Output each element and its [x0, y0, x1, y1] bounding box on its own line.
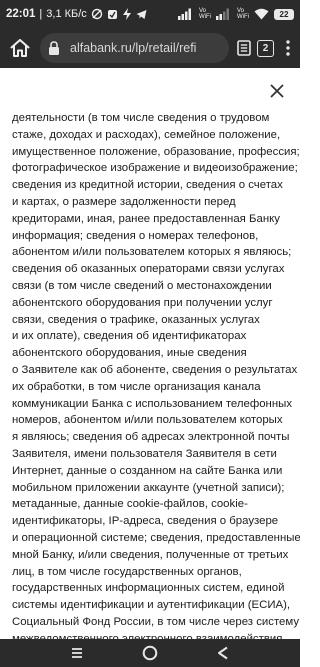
text-line: межведомственного электронного взаимодей…	[12, 632, 283, 639]
notification-icon	[107, 9, 118, 20]
close-icon	[270, 84, 284, 98]
address-field[interactable]: alfabank.ru/lp/retail/refi	[40, 33, 229, 63]
lock-icon	[48, 40, 64, 56]
system-navigation-bar	[0, 639, 300, 667]
text-line: связи, сведения о трафике, оказанных усл…	[12, 313, 260, 326]
text-line: деятельности (в том числе сведения о тру…	[12, 112, 270, 124]
text-line: сведения из кредитной истории, сведения …	[12, 179, 283, 192]
recents-button[interactable]	[65, 641, 89, 665]
text-line: мобильном приложении аккаунте (учетной з…	[12, 481, 285, 494]
separator: |	[39, 8, 43, 20]
text-line: сведения об оказанных операторами связи …	[12, 263, 285, 276]
data-saver-icon	[91, 8, 103, 20]
text-line: фотографическое изображение и видеоизобр…	[12, 162, 298, 175]
text-line: абонентского оборудования, иные сведения	[12, 347, 247, 360]
text-line: связи (в том числе сведений о местонахож…	[12, 279, 272, 292]
reader-mode-button[interactable]	[235, 39, 253, 57]
menu-button[interactable]	[282, 37, 294, 59]
signal-2-icon	[216, 8, 229, 20]
text-line: Заявителя, имени пользователя Заявителя …	[12, 447, 277, 460]
text-line: я являюсь; сведения об адресах электронн…	[12, 431, 290, 444]
text-line: абонентом и/или пользователем которых я …	[12, 246, 292, 259]
recents-icon	[71, 648, 82, 658]
text-line: информация; сведения о номерах телефонов…	[12, 229, 259, 242]
home-nav-button[interactable]	[138, 641, 162, 665]
text-line: коммуникации Банка с использованием теле…	[12, 397, 293, 410]
wifi-icon	[254, 8, 269, 20]
vowifi-2-label: Vo WiFi	[237, 8, 249, 20]
back-icon	[218, 646, 228, 660]
vowifi-1-label: Vo WiFi	[199, 8, 211, 20]
page-content: деятельности (в том числе сведения о тру…	[0, 68, 300, 639]
text-line: идентификаторы, IP-адреса, сведения о бр…	[12, 515, 279, 528]
home-button[interactable]	[6, 34, 34, 62]
text-line: их обработки, в том числе организация ка…	[12, 380, 261, 393]
text-line: и операционной системе; сведения, предос…	[12, 531, 300, 544]
text-line: и их оплате), сведения об идентификатора…	[12, 330, 247, 343]
more-vert-icon	[286, 40, 290, 56]
text-line: Социальный Фонд России, в том числе чере…	[12, 615, 300, 628]
text-line: кредиторами, иная, ранее предоставленная…	[12, 212, 280, 225]
telegram-icon	[136, 9, 147, 20]
home-icon	[10, 39, 30, 57]
text-line: системы идентификации и аутентификации (…	[12, 599, 291, 612]
battery-indicator: 22	[274, 8, 294, 20]
url-text[interactable]: alfabank.ru/lp/retail/refi	[70, 41, 221, 55]
network-speed: 3,1 КБ/с	[46, 8, 87, 20]
tabs-button[interactable]: 2	[257, 39, 274, 57]
browser-toolbar: alfabank.ru/lp/retail/refi 2	[0, 28, 300, 68]
status-time: 22:01	[6, 8, 36, 20]
reader-mode-icon	[237, 40, 251, 56]
text-line: мной Банку, и/или сведения, полученные о…	[12, 548, 289, 561]
bolt-icon	[122, 8, 132, 20]
text-line: государственных информационных систем, е…	[12, 582, 285, 595]
text-line: Интернет, данные о созданном на сайте Ба…	[12, 464, 283, 477]
status-left: 22:01 | 3,1 КБ/с	[6, 8, 178, 20]
text-line: имущественное положение, образование, пр…	[12, 145, 300, 158]
text-line: метаданные, данные cookie-файлов, cookie…	[12, 498, 248, 511]
consent-text: деятельности (в том числе сведения о тру…	[12, 110, 300, 639]
home-circle-icon	[142, 645, 158, 661]
text-line: и картах, о размере задолженности перед	[12, 195, 236, 208]
text-line: абонентского оборудования при получении …	[12, 296, 273, 309]
signal-1-icon	[178, 8, 191, 20]
status-bar: 22:01 | 3,1 КБ/с Vo WiFi Vo WiFi 22	[0, 0, 300, 28]
back-button[interactable]	[211, 641, 235, 665]
text-line: стаже, доходах и расходах), семейное пол…	[12, 128, 281, 141]
text-line: лиц, в том числе государственных органов…	[12, 565, 242, 578]
text-line: о Заявителе как об абоненте, сведения о …	[12, 363, 298, 376]
status-right: Vo WiFi Vo WiFi 22	[178, 8, 294, 20]
text-line: номеров, абонентом и/или пользователем к…	[12, 414, 283, 427]
close-button[interactable]	[266, 80, 288, 102]
